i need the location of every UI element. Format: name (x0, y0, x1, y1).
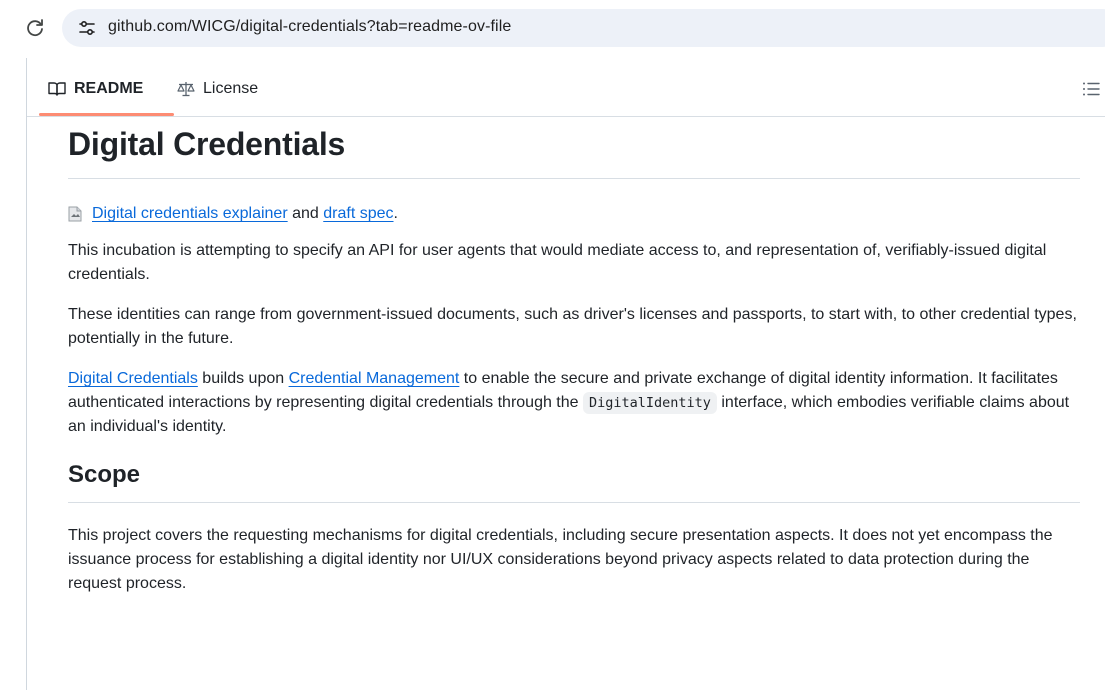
builds-upon-paragraph: Digital Credentials builds upon Credenti… (68, 367, 1080, 439)
draft-spec-link[interactable]: draft spec (323, 205, 393, 222)
scope-paragraph: This project covers the requesting mecha… (68, 527, 1053, 592)
selected-tab-indicator (39, 113, 174, 116)
tab-license[interactable]: License (177, 77, 258, 101)
builds-upon-text: builds upon (197, 370, 289, 387)
list-unordered-icon[interactable] (1081, 79, 1101, 99)
identities-paragraph: These identities can range from governme… (68, 306, 1077, 347)
tab-license-label: License (203, 80, 259, 97)
explainer-period: . (393, 205, 398, 222)
book-icon (48, 82, 66, 96)
broken-image-icon (68, 206, 82, 222)
repo-readme-page: README License Digital Credentials Digit… (0, 58, 1105, 690)
scope-divider (68, 502, 1080, 503)
digital-credentials-link[interactable]: Digital Credentials (68, 370, 198, 387)
credential-management-link[interactable]: Credential Management (289, 370, 460, 387)
tab-readme[interactable]: README (48, 77, 143, 101)
readme-title: Digital Credentials (68, 126, 346, 162)
address-bar[interactable]: github.com/WICG/digital-credentials?tab=… (62, 9, 1105, 47)
reload-icon[interactable] (22, 15, 48, 41)
readme-content: Digital Credentials Digital credentials … (68, 122, 1080, 596)
scope-heading: Scope (68, 461, 141, 488)
explainer-link[interactable]: Digital credentials explainer (92, 205, 288, 222)
readme-tab-bar: README License (27, 58, 1105, 117)
tune-icon[interactable] (78, 19, 96, 37)
digital-identity-code: DigitalIdentity (583, 392, 717, 414)
explainer-and: and (287, 205, 324, 222)
left-border (26, 58, 27, 690)
browser-toolbar: github.com/WICG/digital-credentials?tab=… (0, 0, 1105, 58)
incubation-paragraph: This incubation is attempting to specify… (68, 242, 1047, 283)
explainer-paragraph: Digital credentials explainer and draft … (68, 202, 1080, 226)
tab-readme-label: README (74, 80, 144, 97)
title-divider (68, 178, 1080, 179)
url-text[interactable]: github.com/WICG/digital-credentials?tab=… (108, 18, 511, 36)
law-icon (177, 82, 195, 97)
